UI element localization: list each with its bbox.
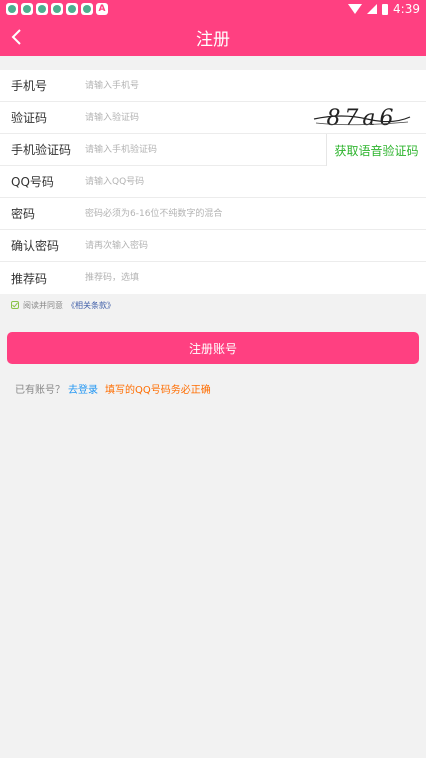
back-button[interactable] xyxy=(6,26,28,48)
agreement: 阅读并同意 《相关条款》 xyxy=(0,299,426,311)
confirm-password-input[interactable] xyxy=(75,230,426,261)
app-notification-icon xyxy=(6,3,18,15)
referrer-label: 推荐码 xyxy=(11,271,48,286)
captcha-row: 验证码 87a6 xyxy=(0,102,426,134)
status-bar: A 4:39 xyxy=(0,0,426,18)
app-notification-icon xyxy=(21,3,33,15)
referrer-input[interactable] xyxy=(75,262,426,294)
qq-row: QQ号码 xyxy=(0,166,426,198)
phone-input[interactable] xyxy=(75,70,426,101)
battery-icon xyxy=(382,3,389,15)
sms-code-row: 手机验证码 获取语音验证码 xyxy=(0,134,426,166)
phone-label: 手机号 xyxy=(11,79,48,93)
password-input[interactable] xyxy=(75,198,426,229)
qq-input[interactable] xyxy=(75,166,426,197)
captcha-image[interactable]: 87a6 xyxy=(312,105,412,131)
register-form: 手机号 验证码 87a6 手机验证码 获取语音验证码 QQ号码 密码 确认密码 … xyxy=(0,70,426,294)
register-button[interactable]: 注册账号 xyxy=(7,332,419,364)
has-account-text: 已有账号？ xyxy=(15,385,65,396)
check-icon xyxy=(12,302,18,308)
app-notification-icon xyxy=(51,3,63,15)
phone-row: 手机号 xyxy=(0,70,426,102)
app-notification-icon xyxy=(81,3,93,15)
captcha-label: 验证码 xyxy=(11,111,48,125)
app-notification-icon xyxy=(66,3,78,15)
a-icon: A xyxy=(96,3,108,15)
password-label: 密码 xyxy=(11,207,36,221)
password-row: 密码 xyxy=(0,198,426,230)
title-bar: 注册 xyxy=(0,18,426,56)
qq-label: QQ号码 xyxy=(11,175,54,189)
referrer-row: 推荐码 xyxy=(0,262,426,294)
qq-tip: 填写的QQ号码务必正确 xyxy=(105,385,211,396)
wifi-icon xyxy=(348,4,363,14)
app-notification-icon xyxy=(36,3,48,15)
confirm-password-label: 确认密码 xyxy=(11,239,60,253)
agreement-text: 阅读并同意 xyxy=(23,300,63,310)
voice-code-button[interactable]: 获取语音验证码 xyxy=(326,134,426,166)
status-time: 4:39 xyxy=(393,2,420,16)
login-link[interactable]: 去登录 xyxy=(68,381,98,396)
footer: 已有账号？ 去登录 填写的QQ号码务必正确 xyxy=(0,381,426,396)
terms-link[interactable]: 《相关条款》 xyxy=(67,300,115,311)
confirm-password-row: 确认密码 xyxy=(0,230,426,262)
agree-checkbox[interactable] xyxy=(11,301,19,309)
page-title: 注册 xyxy=(196,29,230,50)
chevron-left-icon xyxy=(11,29,21,45)
notification-icons: A xyxy=(6,3,108,15)
signal-icon xyxy=(367,4,378,14)
sms-code-label: 手机验证码 xyxy=(11,143,72,157)
